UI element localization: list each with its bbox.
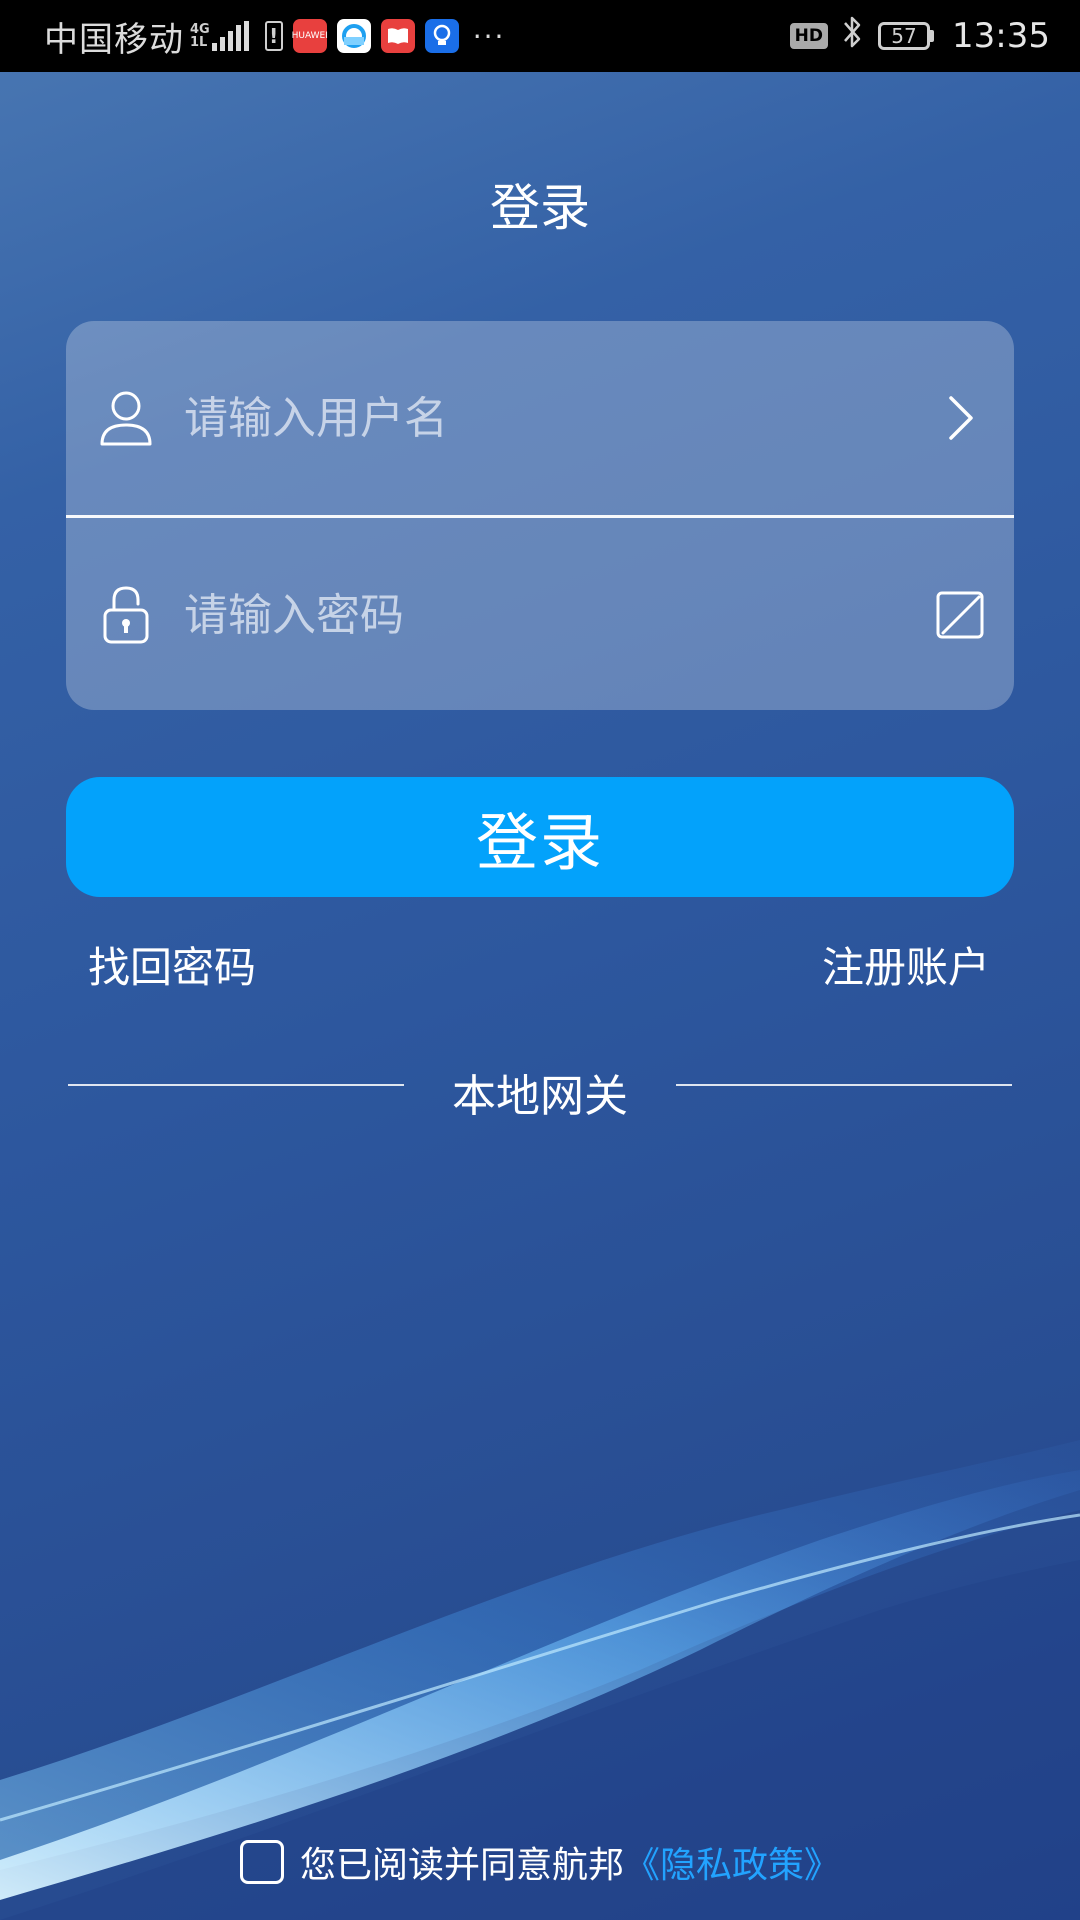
- agreement-text: 您已阅读并同意航邦: [299, 1845, 624, 1886]
- login-form-card: [66, 321, 1014, 710]
- page-title: 登录: [490, 179, 590, 237]
- huawei-appgallery-icon: HUAWEI: [292, 19, 328, 53]
- status-bar-right: HD 57 13:35: [789, 14, 1050, 58]
- local-gateway-link[interactable]: 本地网关: [404, 1060, 676, 1124]
- privacy-policy-link[interactable]: 《隐私政策》: [624, 1836, 840, 1888]
- show-password-toggle-icon[interactable]: [930, 585, 990, 645]
- battery-level: 57: [878, 22, 931, 50]
- browser-icon: [336, 19, 371, 53]
- lock-icon: [98, 585, 154, 645]
- status-bar: 中国移动 4G 1L ! HUAWEI ··· HD 57 13:35: [0, 0, 1080, 72]
- hd-voice-icon: HD: [789, 23, 829, 49]
- register-account-link[interactable]: 注册账户: [822, 934, 990, 995]
- battery-icon: 57: [878, 22, 935, 50]
- forgot-password-link[interactable]: 找回密码: [88, 934, 256, 995]
- login-button[interactable]: 登录: [66, 777, 1014, 897]
- network-type: 4G 1L: [190, 22, 210, 50]
- signal-icon: [211, 21, 249, 51]
- agree-checkbox[interactable]: [239, 1840, 284, 1884]
- bluetooth-icon: [842, 14, 864, 58]
- status-time: 13:35: [952, 16, 1050, 56]
- carrier-name: 中国移动: [44, 19, 184, 60]
- tips-icon: [424, 19, 459, 53]
- warning-battery-icon: !: [264, 21, 283, 51]
- more-notifications-icon: ···: [472, 19, 506, 53]
- password-input[interactable]: [184, 589, 930, 641]
- divider-left: [68, 1084, 404, 1086]
- username-row: [66, 321, 1014, 518]
- user-icon: [98, 388, 154, 448]
- privacy-agreement: 您已阅读并同意航邦 《隐私政策》: [0, 1836, 1080, 1888]
- password-row: [66, 518, 1014, 710]
- divider-right: [676, 1084, 1012, 1086]
- books-icon: [380, 19, 415, 53]
- chevron-right-icon[interactable]: [930, 388, 990, 448]
- username-input[interactable]: [184, 392, 930, 444]
